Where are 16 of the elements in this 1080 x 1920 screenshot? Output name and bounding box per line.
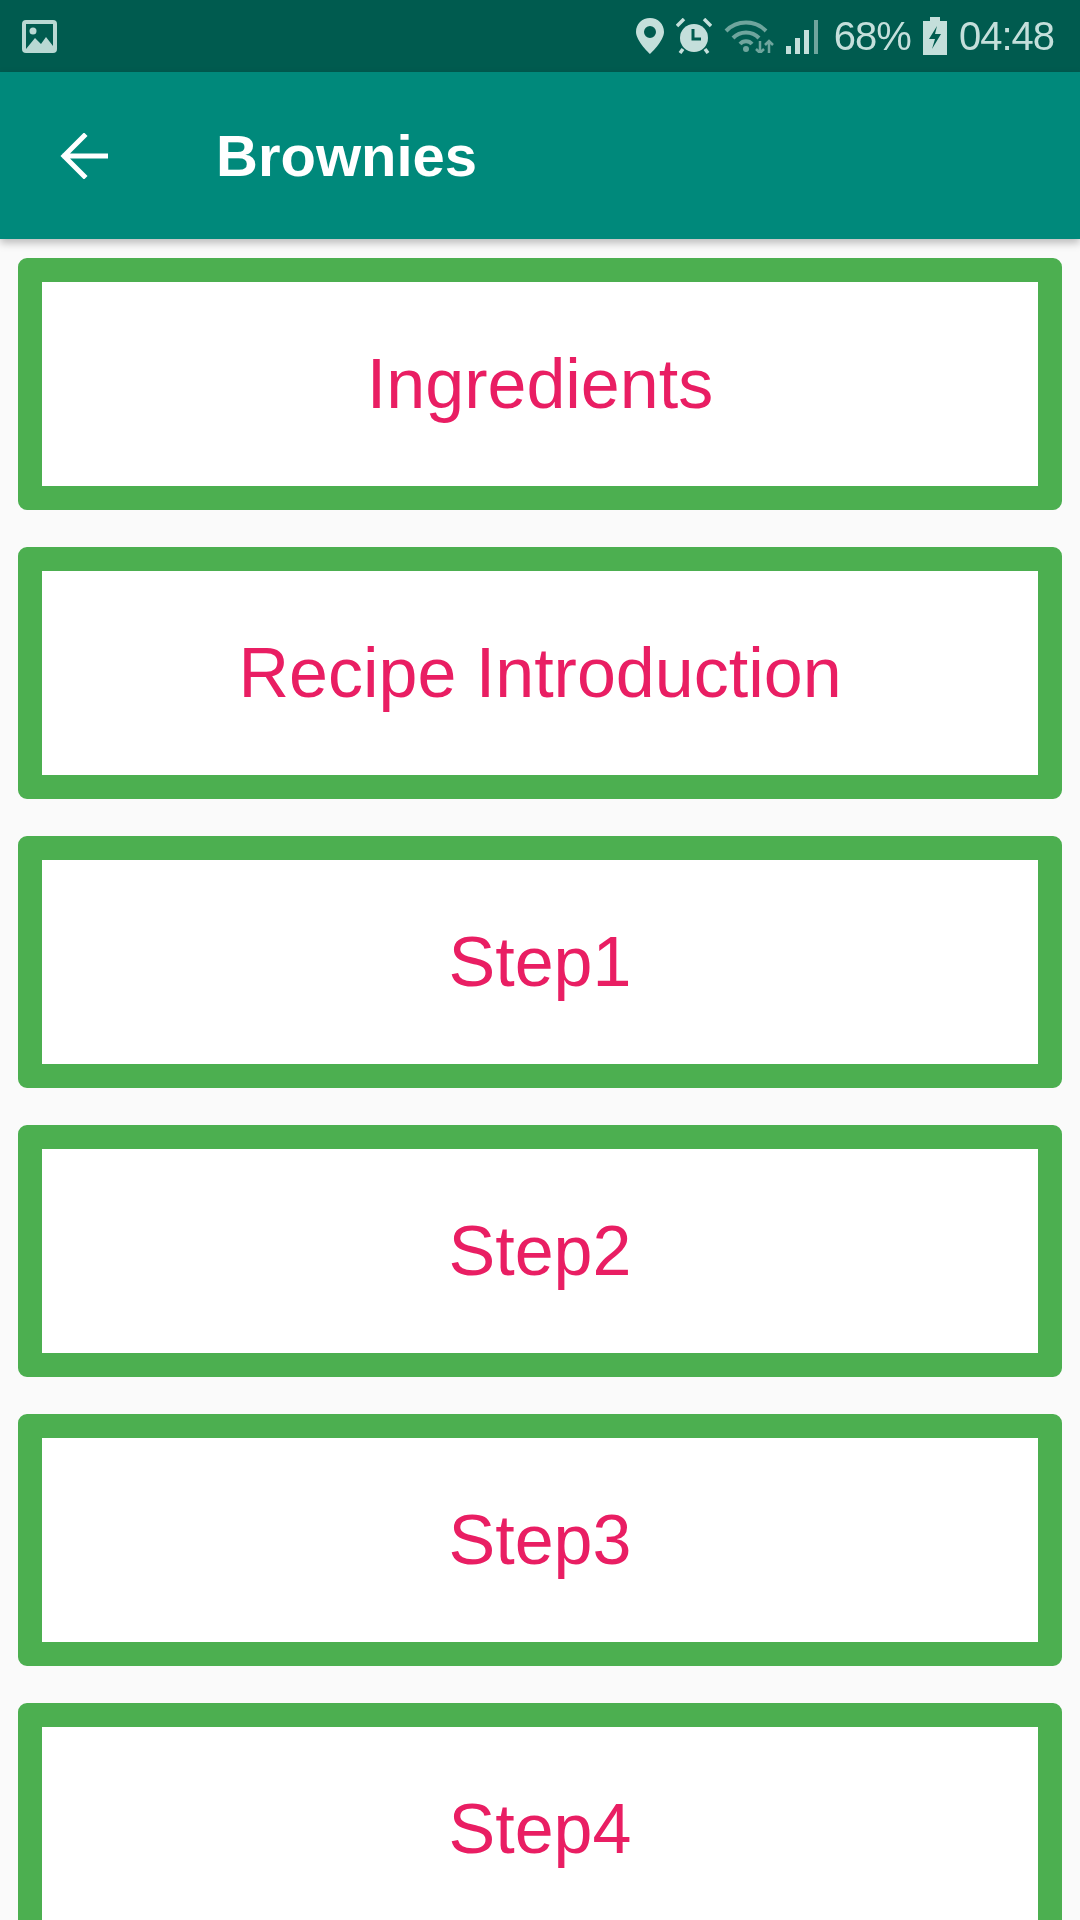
- back-arrow-icon: [60, 132, 108, 179]
- recipe-section-button[interactable]: Step2: [18, 1125, 1062, 1377]
- recipe-section-button[interactable]: Step1: [18, 836, 1062, 1088]
- battery-percentage: 68%: [833, 16, 911, 56]
- clock-time: 04:48: [958, 16, 1054, 56]
- recipe-section-button[interactable]: Step4: [18, 1703, 1062, 1920]
- location-pin-icon: [635, 18, 664, 54]
- back-button[interactable]: [58, 131, 110, 180]
- alarm-clock-icon: [675, 18, 712, 54]
- recipe-section-button[interactable]: Ingredients: [18, 258, 1062, 510]
- battery-charging-icon: [922, 17, 947, 55]
- recipe-section-button[interactable]: Step3: [18, 1414, 1062, 1666]
- recipe-section-button[interactable]: Recipe Introduction: [18, 547, 1062, 799]
- image-icon: [22, 19, 57, 53]
- screen-title: Brownies: [216, 126, 478, 185]
- wifi-icon: [723, 19, 774, 53]
